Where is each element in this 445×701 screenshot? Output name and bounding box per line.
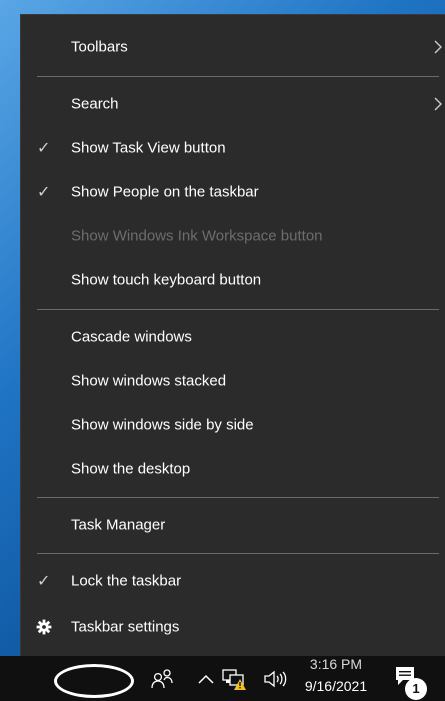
menu-item-show-people[interactable]: ✓ Show People on the taskbar xyxy=(21,170,445,214)
menu-separator xyxy=(37,497,439,498)
task-view-highlight-annotation xyxy=(54,664,134,698)
menu-item-label: Cascade windows xyxy=(71,328,192,346)
menu-item-label: Show touch keyboard button xyxy=(71,271,262,289)
menu-item-label: Show windows side by side xyxy=(71,416,254,434)
menu-item-label: Toolbars xyxy=(71,38,128,56)
menu-item-lock-the-taskbar[interactable]: ✓ Lock the taskbar xyxy=(21,559,445,603)
clock-time: 3:16 PM xyxy=(309,659,363,671)
menu-item-cascade-windows[interactable]: Cascade windows xyxy=(21,315,445,359)
menu-separator xyxy=(37,309,439,310)
menu-item-label: Task Manager xyxy=(71,516,166,534)
menu-item-show-windows-side-by-side[interactable]: Show windows side by side xyxy=(21,403,445,447)
notification-count-badge: 1 xyxy=(405,678,427,700)
checkmark-icon: ✓ xyxy=(37,573,51,590)
taskbar-clock[interactable]: 3:16 PM 9/16/2021 xyxy=(298,657,374,695)
gear-icon xyxy=(36,619,52,635)
menu-item-label: Show Task View button xyxy=(71,139,226,157)
menu-item-label: Lock the taskbar xyxy=(71,572,182,590)
menu-item-task-manager[interactable]: Task Manager xyxy=(21,503,445,547)
menu-item-label: Search xyxy=(71,95,119,113)
menu-item-toolbars[interactable]: Toolbars xyxy=(21,25,445,69)
menu-item-label: Show People on the taskbar xyxy=(71,183,259,201)
menu-item-show-the-desktop[interactable]: Show the desktop xyxy=(21,447,445,491)
chevron-up-icon[interactable] xyxy=(197,672,215,686)
menu-item-search[interactable]: Search xyxy=(21,82,445,126)
chevron-right-icon xyxy=(434,97,442,111)
menu-item-show-touch-keyboard[interactable]: Show touch keyboard button xyxy=(21,258,445,302)
menu-item-show-task-view-button[interactable]: ✓ Show Task View button xyxy=(21,126,445,170)
menu-item-taskbar-settings[interactable]: Taskbar settings xyxy=(21,605,445,649)
menu-item-label: Show Windows Ink Workspace button xyxy=(71,227,323,245)
speaker-icon[interactable] xyxy=(262,668,288,690)
clock-date: 9/16/2021 xyxy=(304,678,368,694)
menu-separator xyxy=(37,553,439,554)
checkmark-icon: ✓ xyxy=(37,140,51,157)
taskbar-context-menu: Toolbars Search ✓ Show Task View button … xyxy=(20,14,445,656)
checkmark-icon: ✓ xyxy=(37,184,51,201)
network-warning-icon[interactable] xyxy=(221,667,247,691)
menu-separator xyxy=(37,76,439,77)
menu-item-label: Show the desktop xyxy=(71,460,191,478)
menu-item-show-windows-stacked[interactable]: Show windows stacked xyxy=(21,359,445,403)
menu-item-label: Taskbar settings xyxy=(71,618,180,636)
chevron-right-icon xyxy=(434,40,442,54)
people-icon[interactable] xyxy=(150,668,176,690)
menu-item-label: Show windows stacked xyxy=(71,372,227,390)
menu-item-show-windows-ink: Show Windows Ink Workspace button xyxy=(21,214,445,258)
